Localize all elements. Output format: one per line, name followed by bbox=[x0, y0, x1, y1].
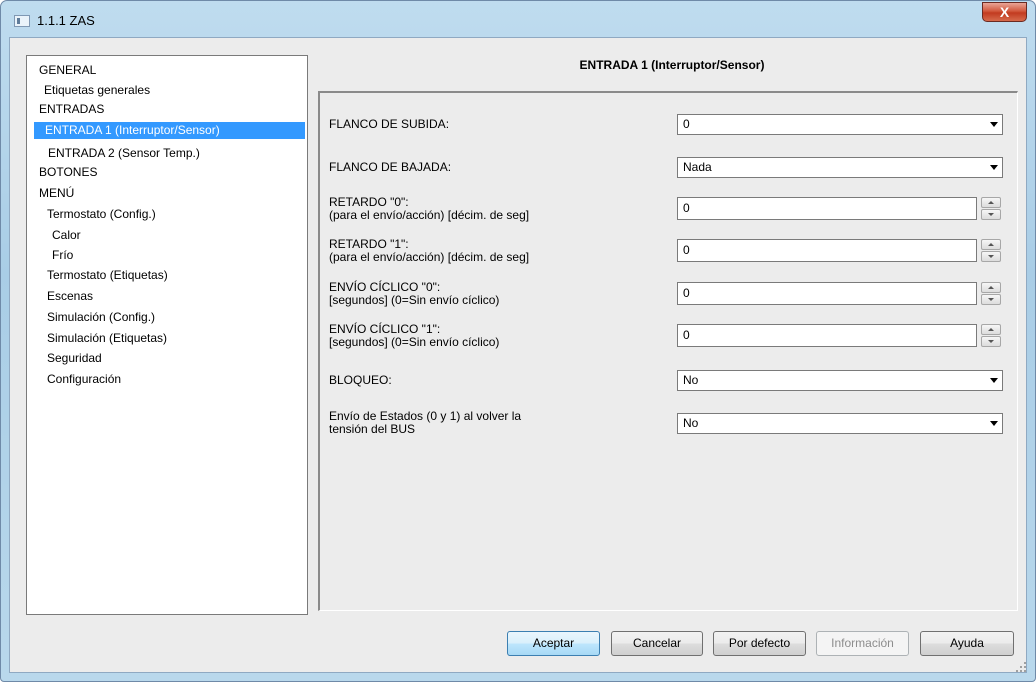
tree-item-entradas[interactable]: ENTRADAS bbox=[36, 101, 107, 118]
envio-ciclico-1-sublabel: [segundos] (0=Sin envío cíclico) bbox=[329, 335, 500, 349]
chevron-down-icon[interactable] bbox=[990, 421, 998, 426]
param-label-retardo-0: RETARDO "0": (para el envío/acción) [déc… bbox=[329, 196, 529, 222]
spin-down-icon[interactable] bbox=[981, 209, 1001, 220]
tree-item-menu[interactable]: MENÚ bbox=[36, 185, 77, 202]
tree-item-configuracion[interactable]: Configuración bbox=[44, 371, 124, 388]
tree-item-botones[interactable]: BOTONES bbox=[36, 164, 100, 181]
tree-item-termostato-etiquetas[interactable]: Termostato (Etiquetas) bbox=[44, 267, 171, 284]
tree-item-calor[interactable]: Calor bbox=[49, 227, 84, 244]
retardo-1-spinner[interactable] bbox=[981, 239, 1001, 262]
param-label-flanco-subida: FLANCO DE SUBIDA: bbox=[329, 117, 450, 131]
spin-up-icon[interactable] bbox=[981, 239, 1001, 250]
default-button[interactable]: Por defecto bbox=[713, 631, 806, 656]
spin-up-icon[interactable] bbox=[981, 282, 1001, 293]
envio-ciclico-1-input[interactable]: 0 bbox=[677, 324, 977, 347]
bloqueo-select[interactable]: No bbox=[677, 370, 1003, 391]
tree-item-escenas[interactable]: Escenas bbox=[44, 288, 96, 305]
tree-item-seguridad[interactable]: Seguridad bbox=[44, 350, 105, 367]
param-label-flanco-bajada: FLANCO DE BAJADA: bbox=[329, 160, 452, 174]
spin-up-icon[interactable] bbox=[981, 324, 1001, 335]
envio-estados-sublabel: tensión del BUS bbox=[329, 422, 416, 436]
chevron-down-icon[interactable] bbox=[990, 378, 998, 383]
envio-ciclico-0-spinner[interactable] bbox=[981, 282, 1001, 305]
retardo-0-spinner[interactable] bbox=[981, 197, 1001, 220]
spin-down-icon[interactable] bbox=[981, 294, 1001, 305]
param-label-bloqueo: BLOQUEO: bbox=[329, 373, 392, 387]
param-label-envio-ciclico-1: ENVÍO CÍCLICO "1": [segundos] (0=Sin env… bbox=[329, 323, 499, 349]
envio-ciclico-1-spinner[interactable] bbox=[981, 324, 1001, 347]
envio-estados-select[interactable]: No bbox=[677, 413, 1003, 434]
tree-item-termostato-config[interactable]: Termostato (Config.) bbox=[44, 206, 159, 223]
param-label-envio-ciclico-0: ENVÍO CÍCLICO "0": [segundos] (0=Sin env… bbox=[329, 281, 499, 307]
spin-down-icon[interactable] bbox=[981, 251, 1001, 262]
envio-ciclico-0-input[interactable]: 0 bbox=[677, 282, 977, 305]
accept-button[interactable]: Aceptar bbox=[507, 631, 600, 656]
resize-grip-icon[interactable] bbox=[1016, 662, 1026, 672]
close-button[interactable]: X bbox=[982, 2, 1027, 22]
window-title: 1.1.1 ZAS bbox=[37, 13, 95, 28]
tree-item-simulacion-etiquetas[interactable]: Simulación (Etiquetas) bbox=[44, 330, 170, 347]
tree-item-etiquetas-generales[interactable]: Etiquetas generales bbox=[41, 82, 153, 99]
envio-ciclico-0-sublabel: [segundos] (0=Sin envío cíclico) bbox=[329, 293, 500, 307]
bloqueo-value: No bbox=[683, 373, 699, 387]
tree-item-entrada-1[interactable]: ENTRADA 1 (Interruptor/Sensor) bbox=[34, 122, 305, 139]
param-label-retardo-1: RETARDO "1": (para el envío/acción) [déc… bbox=[329, 238, 529, 264]
chevron-down-icon[interactable] bbox=[990, 122, 998, 127]
flanco-bajada-select[interactable]: Nada bbox=[677, 157, 1003, 178]
envio-estados-value: No bbox=[683, 416, 699, 430]
flanco-subida-value: 0 bbox=[683, 117, 690, 131]
info-button: Información bbox=[816, 631, 909, 656]
retardo-1-sublabel: (para el envío/acción) [décim. de seg] bbox=[329, 250, 530, 264]
tree-item-frio[interactable]: Frío bbox=[49, 247, 76, 264]
flanco-subida-select[interactable]: 0 bbox=[677, 114, 1003, 135]
cancel-button[interactable]: Cancelar bbox=[611, 631, 703, 656]
tree-item-general[interactable]: GENERAL bbox=[36, 62, 99, 79]
tree-item-entrada-2[interactable]: ENTRADA 2 (Sensor Temp.) bbox=[45, 145, 203, 162]
retardo-0-sublabel: (para el envío/acción) [décim. de seg] bbox=[329, 208, 530, 222]
window-app-icon bbox=[14, 15, 30, 27]
help-button[interactable]: Ayuda bbox=[920, 631, 1014, 656]
title-bar[interactable]: 1.1.1 ZAS X bbox=[1, 1, 1035, 37]
spin-up-icon[interactable] bbox=[981, 197, 1001, 208]
retardo-0-input[interactable]: 0 bbox=[677, 197, 977, 220]
tree-item-simulacion-config[interactable]: Simulación (Config.) bbox=[44, 309, 158, 326]
panel-title: ENTRADA 1 (Interruptor/Sensor) bbox=[579, 58, 765, 72]
chevron-down-icon[interactable] bbox=[990, 165, 998, 170]
flanco-bajada-value: Nada bbox=[683, 160, 712, 174]
retardo-1-input[interactable]: 0 bbox=[677, 239, 977, 262]
param-label-envio-estados: Envío de Estados (0 y 1) al volver la te… bbox=[329, 410, 521, 436]
spin-down-icon[interactable] bbox=[981, 336, 1001, 347]
